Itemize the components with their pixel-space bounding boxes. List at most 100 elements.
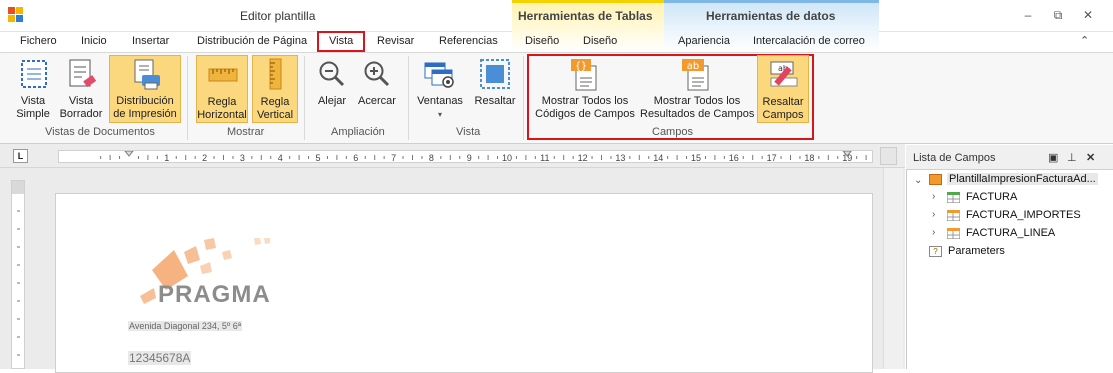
ruler-number: 9 [467,153,472,163]
field-list-title: Lista de Campos [913,152,996,164]
zoom-in-icon [364,61,390,87]
ruler-number: 7 [391,153,396,163]
logo-text: PRAGMA [158,281,271,308]
print-layout-icon [134,59,160,90]
tab-intercalacion[interactable]: Intercalación de correo [753,35,865,47]
ruler-number: 1 [164,153,169,163]
tab-diseno-2[interactable]: Diseño [583,35,617,47]
datasource-icon [929,174,942,185]
context-tab-data-label: Herramientas de datos [706,9,836,23]
close-button[interactable]: ✕ [1079,6,1097,24]
distribucion-impresion-button[interactable]: Distribución de Impresión [109,55,181,123]
resaltar-campos-button[interactable]: ab Resaltar Campos [757,55,809,123]
ruler-number: 16 [729,153,739,163]
document-address-field[interactable]: Avenida Diagonal 234, 5º 6ª [128,321,243,331]
field-codes-icon: {} [571,59,597,91]
tab-diseno-tablas[interactable]: Diseño [525,35,559,47]
tree-root-datasource[interactable]: PlantillaImpresionFacturaAd... [947,173,1098,185]
distribucion-label-1: Distribución [116,95,174,107]
windows-icon [424,62,454,88]
tree-expand-icon[interactable]: › [932,209,935,220]
zoom-out-icon [319,61,345,87]
alejar-label: Alejar [317,95,347,107]
vista-borrador-label-2: Borrador [59,108,103,120]
vista-simple-label-1: Vista [20,95,46,107]
regla-horizontal-button[interactable]: Regla Horizontal [196,55,248,123]
vista-simple-label-2: Simple [16,108,50,120]
ventanas-dropdown-icon: ▾ [437,110,442,119]
tree-expand-icon[interactable]: › [932,227,935,238]
restore-button[interactable]: ⧉ [1049,6,1067,24]
ribbon-separator [187,56,188,140]
context-tab-tables-label: Herramientas de Tablas [518,9,653,23]
tree-item-parameters[interactable]: Parameters [948,245,1005,257]
ribbon-separator [304,56,305,140]
regla-vertical-button[interactable]: Regla Vertical [252,55,298,123]
distribucion-label-2: de Impresión [113,108,177,120]
tree-collapse-icon[interactable]: ⌄ [914,175,922,186]
ruler-number: 13 [615,153,625,163]
ruler-number: 8 [429,153,434,163]
tab-apariencia[interactable]: Apariencia [678,35,730,47]
acercar-button[interactable]: Acercar [356,56,398,116]
ruler-number: 3 [240,153,245,163]
vista-simple-button[interactable]: Vista Simple [13,56,53,124]
panel-pin-icon[interactable]: ⊥ [1067,151,1077,164]
ruler-scroll-button[interactable] [880,147,897,165]
tree-expand-icon[interactable]: › [932,191,935,202]
tab-fichero[interactable]: Fichero [20,35,57,47]
simple-view-icon [21,60,47,88]
highlight-icon [480,59,510,89]
mostrar-resultados-label-2: Resultados de Campos [640,108,755,120]
ruler-number: 12 [578,153,588,163]
ruler-number: 18 [804,153,814,163]
resaltar-campos-label-2: Campos [762,109,804,121]
app-icon[interactable] [8,7,24,23]
resaltar-label: Resaltar [474,95,516,107]
document-nif-field[interactable]: 12345678A [128,351,192,365]
tree-item-factura-linea[interactable]: FACTURA_LINEA [966,227,1055,239]
tree-item-factura-importes[interactable]: FACTURA_IMPORTES [966,209,1081,221]
ruler-number: 4 [278,153,283,163]
tab-vista[interactable]: Vista [329,35,353,47]
resaltar-campos-label-1: Resaltar [762,96,804,108]
mostrar-codigos-label-1: Mostrar Todos los [541,95,629,107]
ribbon-separator [523,56,524,140]
group-label-vista: Vista [456,126,481,138]
svg-text:ab: ab [687,61,699,72]
tab-distribucion[interactable]: Distribución de Página [197,35,307,47]
vertical-ruler-ticks [12,181,24,356]
window-title: Editor plantilla [240,9,316,23]
group-label-campos: Campos [652,126,693,138]
vista-borrador-button[interactable]: Vista Borrador [58,56,104,124]
panel-maximize-icon[interactable]: ▣ [1048,151,1058,164]
ventanas-button[interactable]: Ventanas ▾ [414,56,466,122]
field-results-icon: ab [682,59,709,91]
document-scrollbar[interactable] [883,168,903,369]
tab-inicio[interactable]: Inicio [81,35,107,47]
tab-insertar[interactable]: Insertar [132,35,169,47]
table-green-icon [947,192,960,203]
regla-vertical-label-1: Regla [260,96,290,108]
mostrar-codigos-button[interactable]: {} Mostrar Todos los Códigos de Campos [535,56,635,122]
tab-referencias[interactable]: Referencias [439,35,498,47]
alejar-button[interactable]: Alejar [312,56,352,116]
group-label-mostrar: Mostrar [227,126,265,138]
ruler-number: 6 [353,153,358,163]
mostrar-resultados-button[interactable]: ab Mostrar Todos los Resultados de Campo… [640,56,754,122]
regla-vertical-label-2: Vertical [256,109,294,121]
tab-revisar[interactable]: Revisar [377,35,414,47]
ruler-number: 14 [653,153,663,163]
horizontal-ruler[interactable]: 1 2 3 4 5 6 7 8 9 10 11 12 13 14 15 16 17 18 19 [58,150,873,163]
ruler-number: 10 [502,153,512,163]
collapse-ribbon-icon[interactable]: ⌃ [1080,34,1089,47]
tree-item-factura[interactable]: FACTURA [966,191,1017,203]
tab-stop-selector[interactable]: L [13,149,28,163]
ruler-number: 11 [540,153,549,163]
panel-close-icon[interactable]: ✕ [1086,151,1095,164]
vertical-ruler-icon [269,58,282,90]
resaltar-button[interactable]: Resaltar [472,56,518,116]
table-orange-icon [947,228,960,239]
vertical-ruler[interactable] [11,180,25,369]
minimize-button[interactable]: – [1019,6,1037,24]
